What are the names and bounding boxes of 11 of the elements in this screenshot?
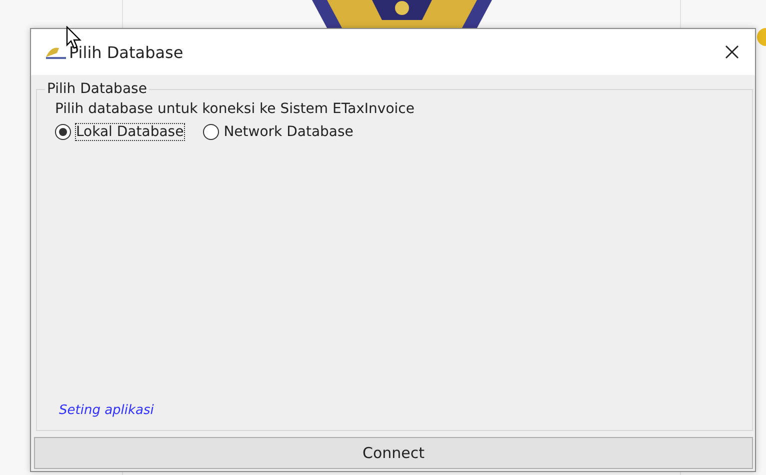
app-icon [45,45,67,59]
connect-button[interactable]: Connect [34,437,753,469]
radio-label[interactable]: Lokal Database [75,123,185,141]
close-icon [724,44,740,60]
window-title: Pilih Database [69,42,184,62]
radio-button[interactable] [202,124,219,140]
radio-label[interactable]: Network Database [222,123,354,141]
settings-link[interactable]: Seting aplikasi [59,403,154,418]
description-text: Pilih database untuk koneksi ke Sistem ETaxInvoice [55,101,416,117]
radio-button[interactable] [55,124,71,140]
group-title: Pilih Database [46,81,148,97]
